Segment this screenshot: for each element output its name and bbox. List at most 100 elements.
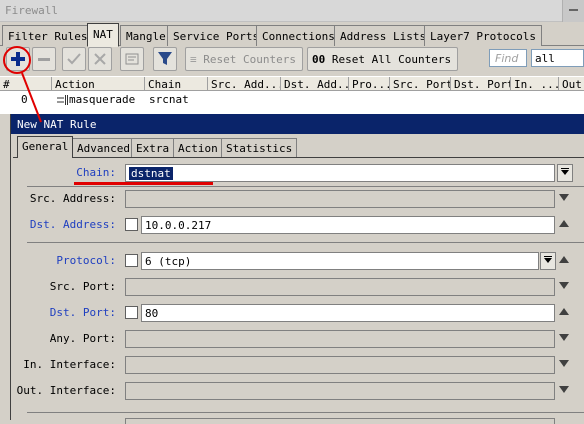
- tab-layer7-protocols[interactable]: Layer7 Protocols: [424, 25, 542, 46]
- protocol-collapse-icon[interactable]: [559, 256, 569, 263]
- tab-label: General: [22, 140, 69, 153]
- disable-button[interactable]: [88, 47, 112, 71]
- remove-icon: [38, 58, 50, 61]
- out-interface-row: Out. Interface:: [13, 382, 584, 400]
- dialog-title: New NAT Rule: [11, 114, 584, 134]
- column-header[interactable]: Chain: [145, 77, 208, 92]
- toolbar: ≡ Reset Counters 00 Reset All Counters F…: [0, 47, 584, 73]
- enable-icon: [67, 53, 81, 65]
- tab-statistics[interactable]: Statistics: [221, 138, 298, 157]
- column-header[interactable]: Src. Add...: [208, 77, 281, 92]
- dialog-title-text: New NAT Rule: [17, 118, 97, 131]
- tab-label: Extra: [136, 142, 170, 155]
- protocol-field[interactable]: 6 (tcp): [141, 252, 539, 270]
- tab-label: Layer7 Protocols: [430, 30, 536, 43]
- tab-label: Action: [178, 142, 218, 155]
- protocol-dropdown-button[interactable]: [540, 252, 556, 270]
- any-port-row: Any. Port:: [13, 330, 584, 348]
- in-interface-field[interactable]: [125, 356, 555, 374]
- filter-select[interactable]: all: [531, 49, 584, 67]
- reset-all-counters-icon: 00: [312, 53, 326, 66]
- column-header[interactable]: #: [0, 77, 52, 92]
- tab-label: Filter Rules: [8, 30, 88, 43]
- tab-advanced[interactable]: Advanced: [72, 138, 135, 157]
- src-address-expand-icon[interactable]: [559, 194, 569, 201]
- background-window-edge: [0, 114, 10, 420]
- out-interface-field[interactable]: [125, 382, 555, 400]
- tab-filter-rules[interactable]: Filter Rules: [2, 25, 94, 46]
- separator: [27, 242, 584, 243]
- dst-port-row: Dst. Port: 80: [13, 304, 584, 322]
- dst-address-collapse-icon[interactable]: [559, 220, 569, 227]
- tab-service-ports[interactable]: Service Ports: [167, 25, 266, 46]
- row-chain: srcnat: [149, 93, 189, 106]
- protocol-label: Protocol:: [56, 254, 116, 267]
- filter-button[interactable]: [153, 47, 177, 71]
- dst-address-value: 10.0.0.217: [145, 219, 212, 232]
- column-header[interactable]: Out.: [559, 77, 584, 92]
- tab-label: Address Lists: [340, 30, 427, 43]
- window-title: Firewall: [0, 0, 584, 22]
- dst-address-negate-checkbox[interactable]: [125, 218, 138, 231]
- tab-label: Advanced: [77, 142, 130, 155]
- reset-all-counters-button[interactable]: 00 Reset All Counters: [307, 47, 459, 71]
- dialog-tab-bar: General Advanced Extra Action Statistics: [11, 136, 584, 158]
- chain-field[interactable]: dstnat: [125, 164, 555, 182]
- tab-mangle[interactable]: Mangle: [120, 25, 172, 46]
- reset-counters-label: Reset Counters: [203, 53, 296, 66]
- any-port-expand-icon[interactable]: [559, 334, 569, 341]
- column-header[interactable]: Pro...: [349, 77, 390, 92]
- column-header[interactable]: Action: [52, 77, 145, 92]
- filter-select-value: all: [535, 52, 555, 65]
- dst-port-collapse-icon[interactable]: [559, 308, 569, 315]
- remove-button[interactable]: [32, 47, 56, 71]
- reset-counters-button[interactable]: ≡ Reset Counters: [185, 47, 303, 71]
- tab-extra[interactable]: Extra: [131, 138, 175, 157]
- any-port-label: Any. Port:: [49, 332, 116, 345]
- filter-icon: [158, 52, 172, 65]
- src-port-field[interactable]: [125, 278, 555, 296]
- window-minimize-button[interactable]: [562, 0, 584, 22]
- in-interface-label: In. Interface:: [23, 358, 116, 371]
- chain-dropdown-button[interactable]: [557, 164, 573, 182]
- tab-label: Connections: [262, 30, 335, 43]
- src-port-label: Src. Port:: [49, 280, 116, 293]
- column-header[interactable]: Dst. Port: [451, 77, 511, 92]
- add-button[interactable]: [6, 47, 30, 71]
- column-header[interactable]: Src. Port: [390, 77, 451, 92]
- src-address-field[interactable]: [125, 190, 555, 208]
- annotation-underline: [74, 182, 213, 185]
- protocol-value: 6 (tcp): [145, 255, 192, 268]
- separator: [27, 412, 584, 413]
- column-header[interactable]: Dst. Add...: [281, 77, 349, 92]
- table-row[interactable]: 0 masquerade srcnat: [0, 91, 584, 107]
- dst-port-value: 80: [145, 307, 159, 320]
- any-port-field[interactable]: [125, 330, 555, 348]
- tab-connections[interactable]: Connections: [256, 25, 341, 46]
- separator: [27, 186, 584, 187]
- chain-value: dstnat: [129, 167, 173, 180]
- tab-general[interactable]: General: [17, 136, 74, 158]
- next-field-partial[interactable]: [125, 418, 555, 424]
- in-interface-expand-icon[interactable]: [559, 360, 569, 367]
- tab-label: NAT: [93, 28, 113, 41]
- tab-action[interactable]: Action: [173, 138, 223, 157]
- reset-counters-icon: ≡: [190, 53, 197, 66]
- tab-label: Service Ports: [173, 30, 260, 43]
- src-port-expand-icon[interactable]: [559, 282, 569, 289]
- add-icon: [11, 52, 25, 66]
- tab-nat[interactable]: NAT: [87, 23, 119, 47]
- protocol-negate-checkbox[interactable]: [125, 254, 138, 267]
- dst-port-field[interactable]: 80: [141, 304, 555, 322]
- dst-address-field[interactable]: 10.0.0.217: [141, 216, 555, 234]
- column-header[interactable]: In. ...: [511, 77, 559, 92]
- reset-all-counters-label: Reset All Counters: [331, 53, 452, 66]
- dst-port-negate-checkbox[interactable]: [125, 306, 138, 319]
- new-nat-rule-dialog: New NAT Rule General Advanced Extra Acti…: [10, 114, 584, 424]
- out-interface-expand-icon[interactable]: [559, 386, 569, 393]
- find-input[interactable]: Find: [489, 49, 527, 67]
- protocol-row: Protocol: 6 (tcp): [13, 252, 584, 270]
- enable-button[interactable]: [62, 47, 86, 71]
- tab-address-lists[interactable]: Address Lists: [334, 25, 433, 46]
- comment-button[interactable]: [120, 47, 144, 71]
